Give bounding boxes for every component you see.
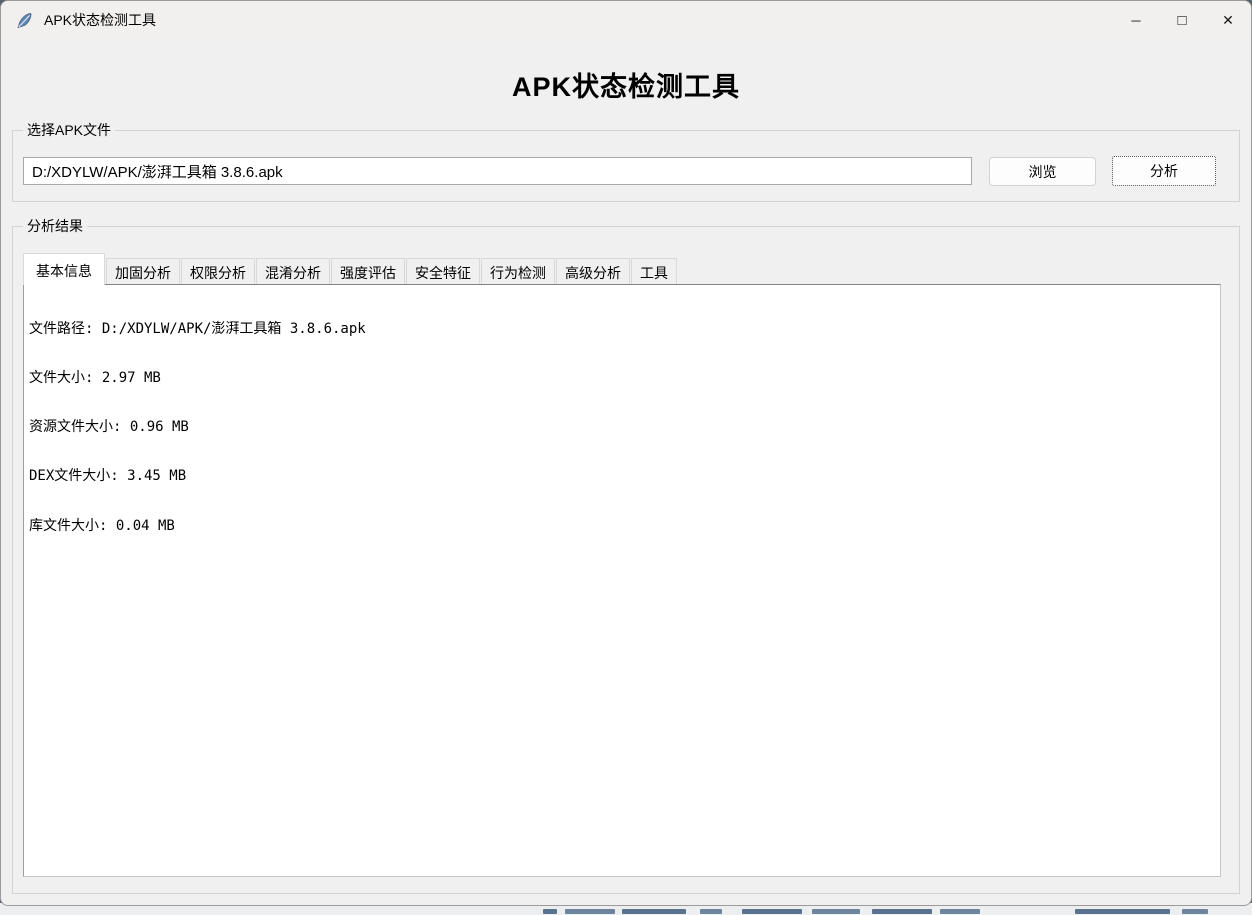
result-text: 文件路径: D:/XDYLW/APK/澎湃工具箱 3.8.6.apk 文件大小:… (24, 285, 1220, 567)
taskbar-icon-fragment (700, 909, 722, 914)
close-button[interactable]: ✕ (1205, 1, 1251, 39)
tab-tools[interactable]: 工具 (631, 258, 677, 284)
apk-path-input[interactable] (23, 157, 972, 185)
file-select-group-label: 选择APK文件 (23, 122, 115, 139)
tab-advanced-analysis[interactable]: 高级分析 (556, 258, 630, 284)
taskbar-icon-fragment (1182, 909, 1208, 914)
maximize-button[interactable]: □ (1159, 1, 1205, 39)
page-title: APK状态检测工具 (1, 65, 1251, 104)
app-window: APK状态检测工具 ─ □ ✕ APK状态检测工具 选择APK文件 浏览 分析 (0, 0, 1252, 906)
taskbar-icon-fragment (742, 909, 802, 914)
results-tab-bar: 基本信息 加固分析 权限分析 混淆分析 强度评估 安全特征 行为检测 高级分析 … (23, 252, 678, 284)
result-line: 资源文件大小: 0.96 MB (29, 419, 1220, 435)
taskbar-icon-fragment (940, 909, 980, 914)
desktop-background: APK状态检测工具 ─ □ ✕ APK状态检测工具 选择APK文件 浏览 分析 (0, 0, 1252, 915)
tab-strength-evaluation[interactable]: 强度评估 (331, 258, 405, 284)
python-feather-icon (15, 11, 34, 30)
window-controls: ─ □ ✕ (1113, 1, 1251, 39)
tab-basic-info[interactable]: 基本信息 (23, 253, 105, 285)
analyze-button[interactable]: 分析 (1112, 156, 1216, 186)
result-line: 文件大小: 2.97 MB (29, 370, 1220, 386)
result-text-area[interactable]: 文件路径: D:/XDYLW/APK/澎湃工具箱 3.8.6.apk 文件大小:… (23, 284, 1221, 877)
results-group: 分析结果 基本信息 加固分析 权限分析 混淆分析 强度评估 安全特征 行为检测 … (12, 226, 1240, 894)
result-line: 文件路径: D:/XDYLW/APK/澎湃工具箱 3.8.6.apk (29, 321, 1220, 337)
maximize-icon: □ (1177, 12, 1186, 29)
minimize-icon: ─ (1131, 13, 1140, 28)
result-line: 库文件大小: 0.04 MB (29, 518, 1220, 534)
taskbar-icon-fragment (872, 909, 932, 914)
tab-security-features[interactable]: 安全特征 (406, 258, 480, 284)
taskbar-icon-fragment (812, 909, 860, 914)
close-icon: ✕ (1222, 12, 1234, 29)
tab-behavior-detection[interactable]: 行为检测 (481, 258, 555, 284)
minimize-button[interactable]: ─ (1113, 1, 1159, 39)
tab-permission-analysis[interactable]: 权限分析 (181, 258, 255, 284)
browse-button[interactable]: 浏览 (989, 157, 1096, 186)
tab-obfuscation-analysis[interactable]: 混淆分析 (256, 258, 330, 284)
titlebar: APK状态检测工具 ─ □ ✕ (1, 1, 1251, 39)
taskbar-icon-fragment (543, 909, 557, 914)
taskbar-icon-fragment (565, 909, 615, 914)
window-title: APK状态检测工具 (44, 10, 156, 30)
result-line: DEX文件大小: 3.45 MB (29, 468, 1220, 484)
tab-hardening-analysis[interactable]: 加固分析 (106, 258, 180, 284)
results-group-label: 分析结果 (23, 218, 87, 235)
file-select-group: 选择APK文件 浏览 分析 (12, 130, 1240, 202)
taskbar-icon-fragment (622, 909, 686, 914)
taskbar-icon-fragment (1075, 909, 1170, 914)
